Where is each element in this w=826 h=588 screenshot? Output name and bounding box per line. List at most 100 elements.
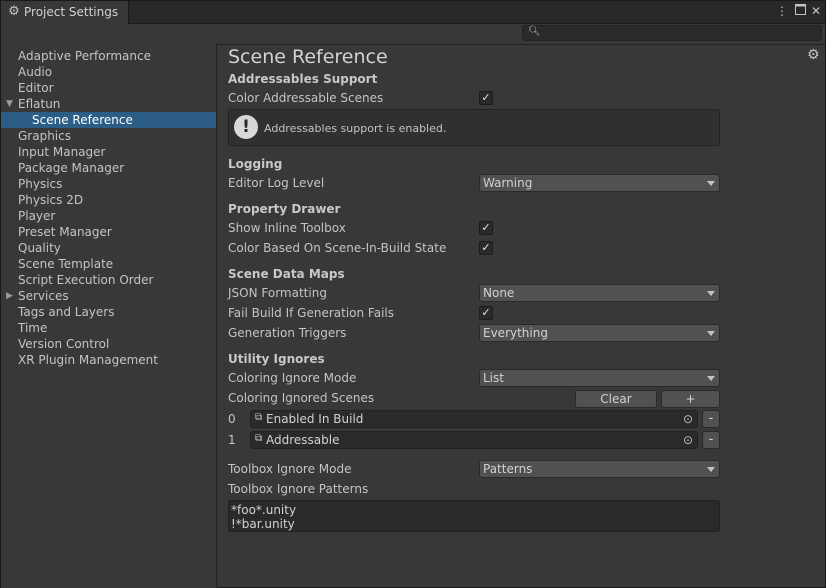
toolbox-ignore-patterns-textarea[interactable]: *foo*.unity !*bar.unity [228, 500, 720, 532]
add-scene-button[interactable]: + [661, 390, 720, 408]
scene-name: Addressable [266, 433, 340, 447]
clear-button[interactable]: Clear [575, 390, 657, 408]
coloring-ignore-mode-dropdown[interactable]: List [479, 369, 720, 387]
dropdown-value: Everything [483, 326, 548, 340]
chevron-down-icon [707, 376, 715, 381]
sidebar-item-scene-template[interactable]: Scene Template [1, 256, 216, 272]
search-icon: 🔍︎ [528, 26, 541, 37]
sidebar-item-time[interactable]: Time [1, 320, 216, 336]
sidebar-item-xr-plugin-management[interactable]: XR Plugin Management [1, 352, 216, 368]
sidebar-item-label: XR Plugin Management [18, 353, 158, 367]
section-logging: Logging [228, 157, 283, 171]
show-inline-toolbox-checkbox[interactable]: ✓ [479, 221, 493, 235]
fail-build-label: Fail Build If Generation Fails [228, 306, 394, 320]
sidebar-item-script-execution-order[interactable]: Script Execution Order [1, 272, 216, 288]
section-property-drawer: Property Drawer [228, 202, 341, 216]
tab-title: Project Settings [24, 5, 119, 19]
generation-triggers-label: Generation Triggers [228, 326, 347, 340]
sidebar-item-label: Services [18, 289, 69, 303]
settings-gear-icon[interactable]: ⚙ [807, 47, 820, 63]
object-picker-icon[interactable]: ⊙ [679, 411, 697, 427]
color-based-on-build-state-checkbox[interactable]: ✓ [479, 241, 493, 255]
gear-icon: ⚙ [8, 4, 20, 19]
sidebar-item-physics[interactable]: Physics [1, 176, 216, 192]
sidebar-item-audio[interactable]: Audio [1, 64, 216, 80]
help-message: Addressables support is enabled. [264, 122, 447, 135]
section-utility-ignores: Utility Ignores [228, 352, 325, 366]
color-addressable-scenes-checkbox[interactable]: ✓ [479, 91, 493, 105]
search-input[interactable]: 🔍︎ [522, 25, 822, 41]
sidebar-item-label: Version Control [18, 337, 110, 351]
editor-log-level-dropdown[interactable]: Warning [479, 174, 720, 192]
sidebar-item-editor[interactable]: Editor [1, 80, 216, 96]
sidebar-item-label: Eflatun [18, 97, 61, 111]
maximize-icon[interactable] [793, 4, 807, 18]
settings-toolbar: 🔍︎ [1, 24, 825, 45]
scene-object-field[interactable]: ⧉ Addressable ⊙ [250, 431, 698, 449]
scene-name: Enabled In Build [266, 412, 364, 426]
dropdown-value: None [483, 286, 515, 300]
sidebar-item-label: Editor [18, 81, 54, 95]
info-exclamation-icon: ! [234, 115, 258, 139]
sidebar-item-label: Scene Reference [32, 113, 133, 127]
scene-object-field[interactable]: ⧉ Enabled In Build ⊙ [250, 410, 698, 428]
project-settings-window: ⚙ Project Settings ⋮ ✕ 🔍︎ Adaptive Perfo… [0, 0, 826, 588]
sidebar-item-label: Package Manager [18, 161, 125, 175]
sidebar-item-label: Script Execution Order [18, 273, 154, 287]
section-scene-data-maps: Scene Data Maps [228, 267, 345, 281]
sidebar-item-graphics[interactable]: Graphics [1, 128, 216, 144]
chevron-down-icon [707, 467, 715, 472]
title-bar: ⚙ Project Settings ⋮ ✕ [1, 1, 825, 24]
sidebar-item-label: Physics 2D [18, 193, 84, 207]
close-icon[interactable]: ✕ [809, 4, 823, 18]
fail-build-checkbox[interactable]: ✓ [479, 306, 493, 320]
sidebar-item-physics-2d[interactable]: Physics 2D [1, 192, 216, 208]
chevron-down-icon [707, 291, 715, 296]
sidebar-item-eflatun[interactable]: ▼ Eflatun [1, 96, 216, 112]
toolbox-ignore-mode-dropdown[interactable]: Patterns [479, 460, 720, 478]
pattern-line: *foo*.unity [231, 503, 297, 517]
settings-panel: Scene Reference ⚙ Addressables Support C… [217, 44, 825, 588]
toolbox-ignore-mode-label: Toolbox Ignore Mode [228, 462, 352, 476]
chevron-down-icon [707, 181, 715, 186]
json-formatting-label: JSON Formatting [228, 286, 327, 300]
sidebar-item-player[interactable]: Player [1, 208, 216, 224]
sidebar-item-label: Tags and Layers [18, 305, 115, 319]
settings-sidebar: Adaptive Performance Audio Editor ▼ Eflat… [1, 44, 217, 588]
sidebar-item-services[interactable]: ▶ Services [1, 288, 216, 304]
sidebar-item-label: Graphics [18, 129, 71, 143]
sidebar-item-label: Quality [18, 241, 61, 255]
addressables-help-box: ! Addressables support is enabled. [228, 109, 720, 146]
list-index: 1 [228, 433, 236, 447]
sidebar-item-label: Time [18, 321, 48, 335]
toolbox-ignore-patterns-label: Toolbox Ignore Patterns [228, 482, 369, 496]
remove-scene-button[interactable]: - [702, 410, 720, 428]
sidebar-item-scene-reference[interactable]: Scene Reference [1, 112, 216, 128]
editor-log-level-label: Editor Log Level [228, 176, 325, 190]
checkmark-icon: ✓ [481, 241, 491, 254]
dropdown-value: Warning [483, 176, 533, 190]
sidebar-item-version-control[interactable]: Version Control [1, 336, 216, 352]
chevron-down-icon [707, 331, 715, 336]
page-title: Scene Reference [228, 46, 388, 68]
sidebar-item-input-manager[interactable]: Input Manager [1, 144, 216, 160]
expanded-arrow-icon[interactable]: ▼ [6, 96, 13, 112]
tab-project-settings[interactable]: ⚙ Project Settings [1, 1, 129, 24]
sidebar-item-tags-and-layers[interactable]: Tags and Layers [1, 304, 216, 320]
sidebar-item-preset-manager[interactable]: Preset Manager [1, 224, 216, 240]
sidebar-item-adaptive-performance[interactable]: Adaptive Performance [1, 48, 216, 64]
remove-scene-button[interactable]: - [702, 431, 720, 449]
sidebar-item-package-manager[interactable]: Package Manager [1, 160, 216, 176]
more-options-icon[interactable]: ⋮ [775, 4, 789, 18]
object-picker-icon[interactable]: ⊙ [679, 432, 697, 448]
sidebar-item-quality[interactable]: Quality [1, 240, 216, 256]
collapsed-arrow-icon[interactable]: ▶ [6, 288, 13, 304]
checkmark-icon: ✓ [481, 306, 491, 319]
sidebar-item-label: Adaptive Performance [18, 49, 151, 63]
checkmark-icon: ✓ [481, 221, 491, 234]
dropdown-value: Patterns [483, 462, 533, 476]
color-based-on-build-state-label: Color Based On Scene-In-Build State [228, 241, 447, 255]
sidebar-item-label: Scene Template [18, 257, 114, 271]
generation-triggers-dropdown[interactable]: Everything [479, 324, 720, 342]
json-formatting-dropdown[interactable]: None [479, 284, 720, 302]
